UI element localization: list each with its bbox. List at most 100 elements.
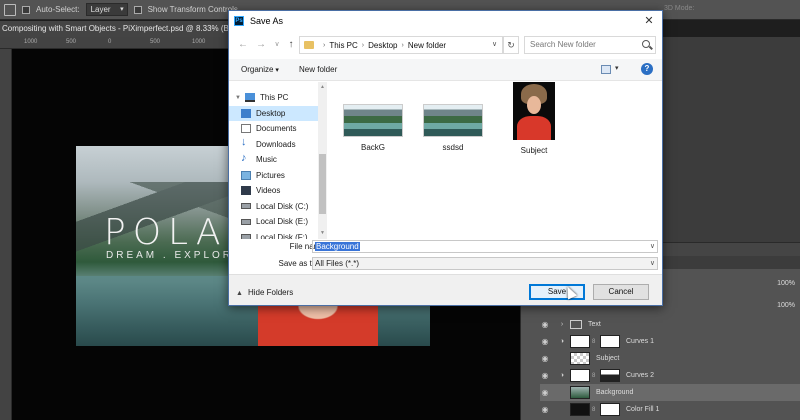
layer-row[interactable]: ◉ Subject [540, 350, 800, 367]
up-arrow-icon[interactable]: ↑ [285, 38, 297, 52]
dialog-title: Save As [250, 16, 284, 26]
nav-item[interactable]: Downloads [229, 136, 318, 152]
visibility-eye-icon[interactable]: ◉ [540, 405, 550, 414]
fill-value[interactable]: 100% [777, 302, 795, 309]
folder-chevron-icon: › [560, 321, 564, 328]
breadcrumb-item[interactable]: Desktop [368, 41, 397, 50]
move-tool-icon[interactable] [4, 3, 16, 16]
address-bar[interactable]: › This PC › Desktop › New folder [299, 36, 504, 54]
nav-item[interactable]: ▼ This PC [229, 90, 318, 105]
auto-select-label: Auto-Select: [36, 5, 80, 14]
file-name: BackG [360, 143, 385, 152]
nav-item[interactable]: Local Disk (E:) [229, 214, 318, 229]
help-icon[interactable]: ? [641, 63, 653, 75]
link-chain-icon[interactable]: 8 [592, 407, 598, 413]
show-transform-checkbox[interactable] [133, 5, 142, 14]
navigation-scrollbar[interactable]: ▲ ▼ [318, 82, 327, 239]
visibility-eye-icon[interactable]: ◉ [540, 320, 550, 329]
close-icon[interactable]: ✕ [642, 14, 656, 28]
layer-mask-thumbnail[interactable] [600, 403, 620, 416]
back-arrow-icon[interactable]: ← [237, 38, 249, 52]
hide-folders-toggle[interactable]: ▲ Hide Folders [236, 288, 293, 297]
file-name: Subject [520, 146, 548, 155]
subject-shape [258, 306, 378, 346]
recent-locations-chevron-icon[interactable]: ∨ [271, 38, 283, 52]
file-item[interactable]: BackG [338, 104, 408, 152]
file-item[interactable]: Subject [499, 82, 569, 155]
auto-select-dropdown[interactable]: Layer [85, 3, 128, 16]
refresh-icon[interactable]: ↻ [503, 36, 519, 54]
breadcrumb-item[interactable]: This PC [329, 41, 357, 50]
nav-item[interactable]: Pictures [229, 168, 318, 183]
layer-row[interactable]: ◉ ◑ 8 Curves 1 [540, 333, 800, 350]
organize-button[interactable]: Organize [241, 65, 279, 74]
opacity-value[interactable]: 100% [777, 280, 795, 287]
nav-item-label: Music [256, 155, 277, 164]
link-chain-icon[interactable]: 8 [592, 339, 598, 345]
nav-item-label: Local Disk (C:) [256, 201, 309, 211]
hide-folders-label: Hide Folders [247, 288, 294, 297]
document-tab[interactable]: Compositing with Smart Objects - PiXimpe… [0, 21, 240, 37]
documents-icon [241, 124, 251, 133]
caret-up-icon: ▲ [236, 290, 243, 297]
auto-select-checkbox[interactable] [22, 5, 30, 14]
file-item[interactable]: ssdsd [418, 104, 488, 152]
save-button[interactable]: Save [529, 284, 585, 300]
save-as-dialog: Ps Save As ✕ ← → ∨ ↑ › This PC › Desktop… [228, 10, 663, 306]
layer-row[interactable]: ◉ Background [540, 384, 800, 401]
address-dropdown-icon[interactable]: ∨ [487, 36, 503, 54]
scrollbar-thumb[interactable] [319, 154, 326, 214]
new-folder-button[interactable]: New folder [299, 65, 337, 74]
layer-row[interactable]: ◉ ◑ 8 Curves 2 [540, 367, 800, 384]
expand-chevron-icon[interactable]: ▼ [235, 95, 243, 101]
navigation-pane: ▼ This PC Desktop Documents Downloads Music Pi… [229, 82, 327, 242]
nav-item-label: Desktop [256, 108, 286, 118]
file-list: BackG ssdsd Subject [328, 82, 662, 239]
nav-item-label: Downloads [256, 139, 296, 149]
nav-item[interactable]: Desktop [229, 105, 318, 121]
layer-mask-thumbnail[interactable] [600, 369, 620, 382]
layer-row[interactable]: ◉ 8 Color Fill 1 [540, 401, 800, 418]
forward-arrow-icon[interactable]: → [255, 38, 267, 52]
save-as-type-select[interactable]: All Files (*.*) ∨ [312, 257, 658, 270]
file-name: ssdsd [442, 143, 464, 152]
visibility-eye-icon[interactable]: ◉ [540, 388, 550, 397]
scroll-up-icon[interactable]: ▲ [319, 84, 326, 90]
folder-icon [304, 41, 314, 49]
file-name-dropdown-icon[interactable]: ∨ [650, 241, 655, 252]
ruler-tick-label: 1000 [192, 39, 206, 45]
save-as-type-value: All Files (*.*) [315, 259, 360, 268]
photoshop-app-icon: Ps [234, 16, 244, 26]
layer-row[interactable]: ◉ › Text [540, 316, 800, 333]
opacity-row[interactable]: 100% [661, 277, 800, 293]
file-name-value[interactable]: Background [315, 242, 360, 251]
nav-item[interactable]: Local Disk (C:) [229, 199, 318, 214]
scroll-down-icon[interactable]: ▼ [319, 230, 326, 236]
address-row: ← → ∨ ↑ › This PC › Desktop › New folder… [229, 33, 662, 57]
link-chain-icon[interactable]: 8 [592, 373, 598, 379]
breadcrumb-separator: › [401, 41, 404, 49]
view-options-icon[interactable] [601, 65, 611, 74]
nav-item-label: Local Disk (E:) [256, 217, 309, 226]
file-name-input[interactable]: Background ∨ [312, 240, 658, 253]
panel-dark-area [661, 37, 800, 269]
dialog-titlebar[interactable]: Ps Save As ✕ [229, 11, 662, 31]
layer-name: Background [596, 389, 634, 396]
visibility-eye-icon[interactable]: ◉ [540, 371, 550, 380]
layer-mask-thumbnail[interactable] [600, 335, 620, 348]
visibility-eye-icon[interactable]: ◉ [540, 354, 550, 363]
nav-item[interactable]: Videos [229, 183, 318, 198]
layer-thumbnail [570, 386, 590, 399]
breadcrumb-item[interactable]: New folder [408, 41, 446, 50]
breadcrumb-separator: › [323, 41, 326, 49]
visibility-eye-icon[interactable]: ◉ [540, 337, 550, 346]
fill-row[interactable]: 100% [661, 299, 800, 315]
nav-item[interactable]: Music [229, 152, 318, 167]
search-input[interactable]: Search New folder [524, 36, 656, 54]
nav-item[interactable]: Documents [229, 121, 318, 136]
layer-thumbnail [570, 403, 590, 416]
view-dropdown-icon[interactable]: ▾ [615, 64, 619, 72]
save-as-type-dropdown-icon[interactable]: ∨ [650, 258, 655, 269]
cancel-button[interactable]: Cancel [593, 284, 649, 300]
3d-mode-label: 3D Mode: [664, 5, 695, 12]
